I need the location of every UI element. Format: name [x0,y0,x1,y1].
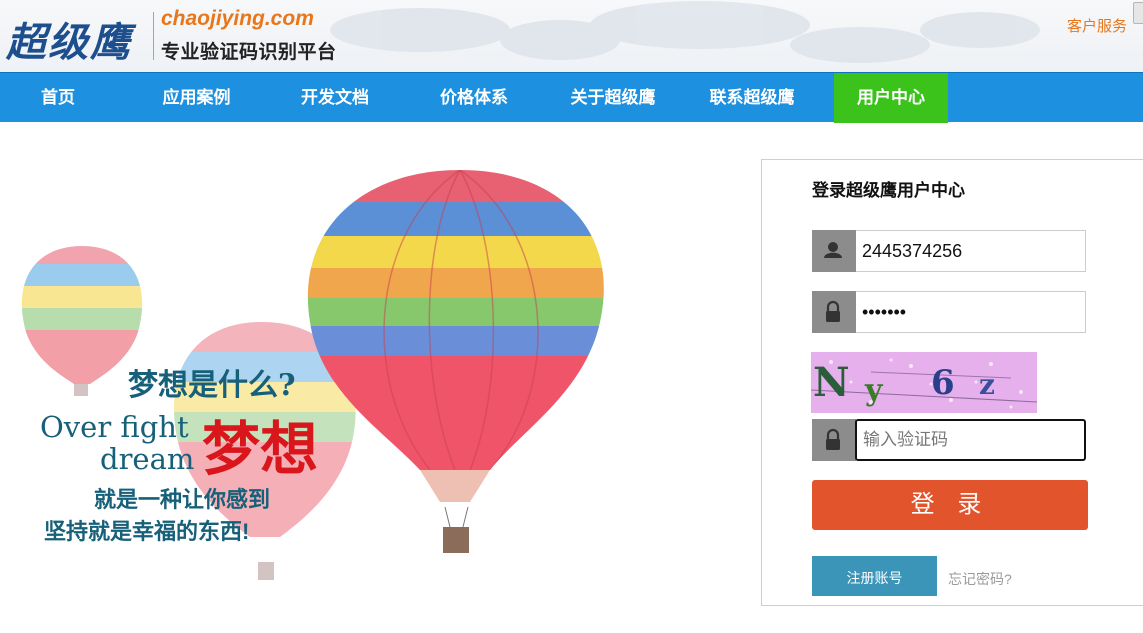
main-nav: 首页 应用案例 开发文档 价格体系 关于超级鹰 联系超级鹰 用户中心 [0,72,1143,123]
nav-item-pricing[interactable]: 价格体系 [405,73,543,123]
nav-item-cases[interactable]: 应用案例 [128,73,265,123]
captcha-input[interactable] [855,419,1086,461]
login-panel: 登录超级鹰用户中心 N [761,159,1143,606]
slogan-english1: Over fight [40,410,189,444]
svg-text:y: y [864,373,884,408]
logo-url[interactable]: chaojiying.com [161,7,314,31]
user-icon [812,230,856,272]
site-header: 超级鹰 chaojiying.com 专业验证码识别平台 客户服务 [0,0,1143,72]
svg-text:6: 6 [931,363,955,403]
slogan-english2: dream [100,442,195,476]
logo-divider [153,12,154,60]
username-field [812,230,1086,272]
balloons-illustration [21,170,604,580]
svg-text:z: z [979,368,995,401]
nav-item-contact[interactable]: 联系超级鹰 [683,73,821,123]
logo-subtitle: 专业验证码识别平台 [161,42,337,63]
slogan-line1: 梦想是什么? [128,368,296,403]
hero-banner: 梦想是什么? Over fight dream 梦想 就是一种让你感到 坚持就是… [0,122,760,633]
svg-text:N: N [813,359,850,406]
customer-service-link[interactable]: 客户服务 [1067,15,1127,36]
lock-icon [812,419,856,461]
captcha-image[interactable]: N y 6 z [811,352,1037,413]
register-button[interactable]: 注册账号 [812,556,937,596]
login-title: 登录超级鹰用户中心 [812,181,965,200]
login-button[interactable]: 登 录 [812,480,1088,530]
password-input[interactable] [856,291,1086,333]
lock-icon [812,291,856,333]
forgot-password-link[interactable]: 忘记密码? [948,569,1012,589]
logo-calligraphy[interactable]: 超级鹰 [6,10,132,68]
scroll-top-icon[interactable] [1133,2,1143,24]
slogan-line2: 就是一种让你感到 [94,487,271,512]
slogan-big: 梦想 [202,415,319,483]
captcha-graphic: N y 6 z [811,358,1037,409]
nav-item-user-center[interactable]: 用户中心 [834,73,948,123]
slogan-line3: 坚持就是幸福的东西! [44,519,250,544]
password-field [812,291,1086,333]
nav-item-about[interactable]: 关于超级鹰 [544,73,682,123]
username-input[interactable] [856,230,1086,272]
nav-item-home[interactable]: 首页 [0,73,116,123]
captcha-field [812,419,1086,461]
nav-item-docs[interactable]: 开发文档 [266,73,404,123]
